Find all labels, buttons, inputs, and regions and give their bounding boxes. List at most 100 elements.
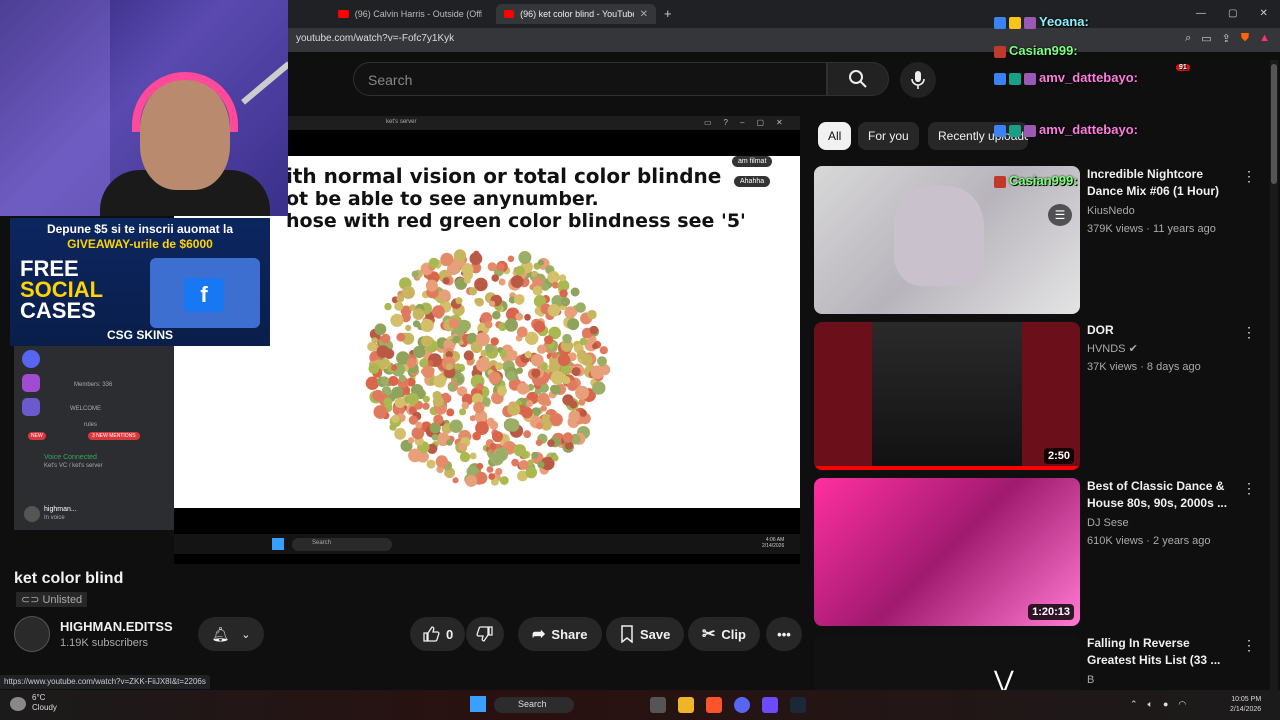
clip-button[interactable]: ✂ Clip xyxy=(688,617,760,651)
steam-icon[interactable] xyxy=(790,697,806,713)
discord-welcome: WELCOME xyxy=(70,406,102,412)
plate-dot xyxy=(473,401,485,414)
rec-channel-name: HVNDS xyxy=(1087,343,1126,355)
queue-icon[interactable]: ☰ xyxy=(1048,204,1072,226)
plate-dot xyxy=(373,405,388,419)
windows-start-icon[interactable] xyxy=(470,696,486,712)
tab-label: (96) ket color blind - YouTube xyxy=(520,9,634,19)
chip-all[interactable]: All xyxy=(818,122,852,150)
share-page-icon[interactable]: ⇪ xyxy=(1222,32,1231,45)
discord-new-badge: NEW xyxy=(28,432,46,440)
microphone-icon[interactable]: ● xyxy=(1163,699,1168,710)
plate-dot xyxy=(446,408,455,417)
zoom-icon[interactable]: ⌕ xyxy=(1185,32,1191,45)
address-bar[interactable]: youtube.com/watch?v=-Fofc7y1Kyk ⌕ ▭ ⇪ ⛊ … xyxy=(288,28,1280,52)
like-button[interactable]: 0 xyxy=(410,617,466,651)
rec-title-1[interactable]: Incredible Nightcore Dance Mix #06 (1 Ho… xyxy=(1087,166,1237,200)
rec-title-3[interactable]: Best of Classic Dance & House 80s, 90s, … xyxy=(1087,478,1237,512)
plate-dot xyxy=(447,383,457,392)
unlisted-badge: ⊂⊃ Unlisted xyxy=(16,592,88,607)
thumbnail-figure xyxy=(894,186,984,286)
plate-dot xyxy=(374,323,387,336)
search-input[interactable]: Search xyxy=(368,72,412,88)
plate-dot xyxy=(464,277,471,284)
scrollbar-thumb[interactable] xyxy=(1271,64,1277,184)
url-text[interactable]: youtube.com/watch?v=-Fofc7y1Kyk xyxy=(296,33,454,44)
rec-channel-2[interactable]: HVNDS ✔ xyxy=(1087,340,1138,358)
close-window-icon[interactable]: ✕ xyxy=(1259,8,1267,19)
plate-dot xyxy=(513,444,526,457)
save-label: Save xyxy=(640,626,671,642)
plate-dot xyxy=(504,420,516,432)
dislike-button[interactable] xyxy=(466,617,504,651)
voice-search-button[interactable] xyxy=(900,62,936,98)
chevron-up-icon[interactable]: ⌃ xyxy=(1130,699,1138,710)
wifi-icon[interactable]: ◠ xyxy=(1178,699,1186,710)
discord-icon[interactable] xyxy=(734,697,750,713)
rec-channel-3[interactable]: DJ Sese xyxy=(1087,514,1129,532)
chip-for-you[interactable]: For you xyxy=(858,122,919,150)
plate-dot xyxy=(524,313,531,321)
plate-dot xyxy=(391,386,404,399)
thumbnail-falling-in-reverse[interactable]: ⋁ xyxy=(814,636,1080,690)
rec-title-4[interactable]: Falling In Reverse Greatest Hits List (3… xyxy=(1087,635,1237,669)
more-vertical-icon[interactable]: ⋮ xyxy=(1242,168,1256,185)
channel-avatar[interactable] xyxy=(14,616,50,652)
plate-dot xyxy=(504,318,518,332)
rewards-icon[interactable]: ▲ xyxy=(1259,32,1270,45)
status-bar-url: https://www.youtube.com/watch?v=ZKK-FiiJ… xyxy=(0,675,210,689)
plate-dot xyxy=(401,286,415,299)
search-button[interactable] xyxy=(827,62,889,96)
chat-username: Yeoana: xyxy=(1039,14,1089,29)
thumbnail-dor[interactable]: 2:50 xyxy=(814,322,1080,470)
thumbnail-classic-dance[interactable]: 1:20:13 xyxy=(814,478,1080,626)
more-actions-button[interactable]: ••• xyxy=(766,617,802,651)
file-explorer-icon[interactable] xyxy=(678,697,694,713)
plate-dot xyxy=(408,448,422,463)
promo-line-2: GIVEAWAY-urile de $6000 xyxy=(67,237,213,251)
plate-dot xyxy=(510,275,524,288)
maximize-icon[interactable]: ▢ xyxy=(1228,8,1237,19)
save-button[interactable]: Save xyxy=(606,617,685,651)
tab-ket-color-blind[interactable]: (96) ket color blind - YouTube ✕ xyxy=(496,4,656,24)
more-vertical-icon[interactable]: ⋮ xyxy=(1242,637,1256,654)
notification-bell-button[interactable]: 🔔︎ ⌄ xyxy=(198,617,264,651)
app-grid-icon[interactable] xyxy=(762,697,778,713)
plate-dot xyxy=(514,294,525,305)
cast-icon[interactable]: ▭ xyxy=(1201,32,1211,45)
chat-badge-icon xyxy=(994,16,1006,29)
more-vertical-icon[interactable]: ⋮ xyxy=(1242,480,1256,497)
more-vertical-icon[interactable]: ⋮ xyxy=(1242,324,1256,341)
taskbar-clock[interactable]: 10:05 PM 2/14/2026 xyxy=(1230,695,1261,715)
taskbar-search[interactable]: Search xyxy=(494,697,574,713)
plate-dot xyxy=(499,476,509,485)
new-tab-button[interactable]: + xyxy=(664,6,672,21)
tab-calvin-harris[interactable]: (96) Calvin Harris - Outside (Official V xyxy=(330,4,490,24)
channel-name[interactable]: HIGHMAN.EDITSS xyxy=(60,619,173,634)
plate-dot xyxy=(497,385,507,396)
brave-shield-icon[interactable]: ⛊ xyxy=(1241,32,1249,45)
plate-dot xyxy=(449,419,463,433)
plate-dot xyxy=(439,289,451,301)
plate-dot xyxy=(495,468,503,476)
brave-browser-icon[interactable] xyxy=(706,697,722,713)
rec-title-2[interactable]: DOR xyxy=(1087,322,1237,339)
plate-dot xyxy=(537,392,550,406)
plate-dot xyxy=(535,439,543,446)
share-button[interactable]: ➦ Share xyxy=(518,617,602,651)
search-box[interactable]: Search xyxy=(353,62,827,96)
microphone-icon xyxy=(911,71,925,89)
plate-dot xyxy=(516,326,528,338)
task-view-icon[interactable] xyxy=(650,697,666,713)
minimize-icon[interactable]: — xyxy=(1196,8,1206,19)
close-tab-icon[interactable]: ✕ xyxy=(640,9,648,20)
plate-dot xyxy=(506,349,518,361)
rec-channel-4[interactable]: B xyxy=(1087,671,1094,689)
speaker-icon[interactable]: 🔈︎ xyxy=(1148,699,1153,710)
plate-dot xyxy=(537,461,545,469)
plate-dot xyxy=(550,370,565,385)
plate-dot xyxy=(389,423,397,431)
rec-channel-1[interactable]: KiusNedo xyxy=(1087,202,1135,220)
thumbnail-nightcore[interactable]: ☰ xyxy=(814,166,1080,314)
weather-widget[interactable]: 6°C Cloudy xyxy=(32,693,57,713)
